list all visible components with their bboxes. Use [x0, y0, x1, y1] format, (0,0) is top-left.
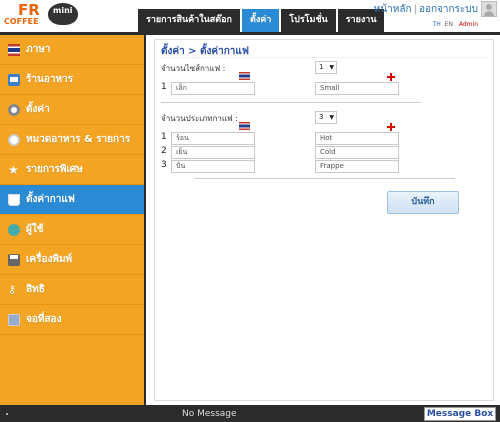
users-icon [8, 223, 20, 236]
breadcrumb-divider [161, 57, 487, 58]
header: FR COFFEE mini รายการสินค้าในสต๊อก ตั้งค… [0, 0, 500, 32]
status-dot-icon [6, 413, 8, 415]
size-count-label: จำนวนไซส์กาแฟ : [161, 64, 226, 73]
type-name-th-input[interactable]: ปั่น [171, 160, 255, 173]
star-icon: ★ [8, 162, 19, 177]
sidebar-item-restaurant[interactable]: ร้านอาหาร [0, 65, 144, 95]
english-flag-icon [387, 123, 395, 131]
type-name-th-input[interactable]: เย็น [171, 146, 255, 159]
coffee-settings-panel: ตั้งค่า > ตั้งค่ากาแฟ จำนวนไซส์กาแฟ : 1 … [154, 39, 494, 401]
size-row-number: 1 [161, 82, 167, 92]
sidebar-item-users[interactable]: ผู้ใช้ [0, 215, 144, 245]
key-icon: ⚷ [8, 282, 17, 296]
header-links: หน้าหลัก | ออกจากระบบ [374, 2, 478, 17]
type-row-number: 1 [161, 132, 167, 142]
type-count-value: 3 [319, 113, 324, 121]
sidebar-item-label: ภาษา [26, 44, 51, 55]
sidebar-item-permissions[interactable]: ⚷ สิทธิ [0, 275, 144, 305]
sidebar-item-label: รายการพิเศษ [26, 164, 83, 175]
logout-link[interactable]: ออกจากระบบ [419, 4, 478, 15]
tab-stock[interactable]: รายการสินค้าในสต๊อก [138, 9, 240, 32]
gear-icon [8, 103, 20, 116]
sidebar-item-label: หมวดอาหาร & รายการ [26, 134, 131, 145]
sidebar: ภาษา ร้านอาหาร ตั้งค่า หมวดอาหาร & รายกา… [0, 35, 146, 405]
sidebar-item-label: สิทธิ [26, 284, 45, 295]
chevron-down-icon: ▼ [329, 64, 334, 71]
footer-bar: No Message Message Box [0, 405, 500, 422]
sidebar-item-label: ร้านอาหาร [26, 74, 74, 85]
footer-message: No Message [182, 409, 237, 419]
type-name-en-input[interactable]: Hot [315, 132, 399, 145]
avatar-icon[interactable] [481, 1, 497, 17]
monitor-icon [8, 313, 20, 326]
logo-mini-text: mini [53, 6, 73, 15]
sidebar-item-food-categories[interactable]: หมวดอาหาร & รายการ [0, 125, 144, 155]
logo[interactable]: FR COFFEE mini [4, 1, 86, 31]
printer-icon [8, 253, 20, 266]
sidebar-item-coffee-settings[interactable]: ตั้งค่ากาแฟ [0, 185, 144, 215]
sidebar-item-special[interactable]: ★ รายการพิเศษ [0, 155, 144, 185]
type-count-select[interactable]: 3 ▼ [315, 111, 337, 124]
sidebar-item-label: เครื่องพิมพ์ [26, 254, 73, 265]
link-separator: | [413, 4, 417, 15]
message-box-button[interactable]: Message Box [424, 407, 496, 421]
logo-coffee-text: COFFEE [4, 17, 39, 26]
sidebar-item-label: จอที่สอง [26, 314, 62, 325]
sidebar-item-label: ผู้ใช้ [26, 224, 44, 235]
size-name-en-input[interactable]: Small [315, 82, 399, 95]
sidebar-item-settings[interactable]: ตั้งค่า [0, 95, 144, 125]
main-content: ตั้งค่า > ตั้งค่ากาแฟ จำนวนไซส์กาแฟ : 1 … [148, 35, 500, 405]
lang-th-link[interactable]: TH [433, 21, 441, 28]
tab-settings[interactable]: ตั้งค่า [241, 9, 280, 32]
section-divider [161, 102, 421, 103]
top-tabs: รายการสินค้าในสต๊อก ตั้งค่า โปรโมชั่น รา… [138, 9, 386, 32]
size-name-th-input[interactable]: เล็ก [171, 82, 255, 95]
language-switch: TH EN Admin [433, 21, 478, 28]
size-count-value: 1 [319, 63, 324, 71]
english-flag-icon [387, 73, 395, 81]
type-count-label: จำนวนประเภทกาแฟ : [161, 114, 238, 123]
thai-flag-icon [239, 72, 250, 80]
cup-icon [8, 193, 20, 206]
chevron-down-icon: ▼ [329, 114, 334, 121]
sidebar-item-second-screen[interactable]: จอที่สอง [0, 305, 144, 335]
type-row-number: 3 [161, 160, 167, 170]
current-user: Admin [458, 21, 478, 28]
sidebar-item-language[interactable]: ภาษา [0, 35, 144, 65]
coffee-cup-logo-icon: mini [48, 3, 78, 25]
flag-icon [8, 43, 20, 56]
lang-en-link[interactable]: EN [445, 21, 453, 28]
store-icon [8, 73, 20, 86]
home-link[interactable]: หน้าหลัก [374, 4, 412, 15]
type-name-en-input[interactable]: Frappe [315, 160, 399, 173]
type-name-th-input[interactable]: ร้อน [171, 132, 255, 145]
save-button[interactable]: บันทึก [387, 191, 459, 214]
size-count-select[interactable]: 1 ▼ [315, 61, 337, 74]
type-name-en-input[interactable]: Cold [315, 146, 399, 159]
plate-icon [8, 133, 20, 146]
sidebar-item-label: ตั้งค่า [26, 104, 50, 115]
type-row-number: 2 [161, 146, 167, 156]
sidebar-item-label: ตั้งค่ากาแฟ [26, 194, 75, 205]
section-divider [195, 178, 455, 179]
tab-promotion[interactable]: โปรโมชั่น [281, 9, 336, 32]
thai-flag-icon [239, 122, 250, 130]
sidebar-item-printer[interactable]: เครื่องพิมพ์ [0, 245, 144, 275]
